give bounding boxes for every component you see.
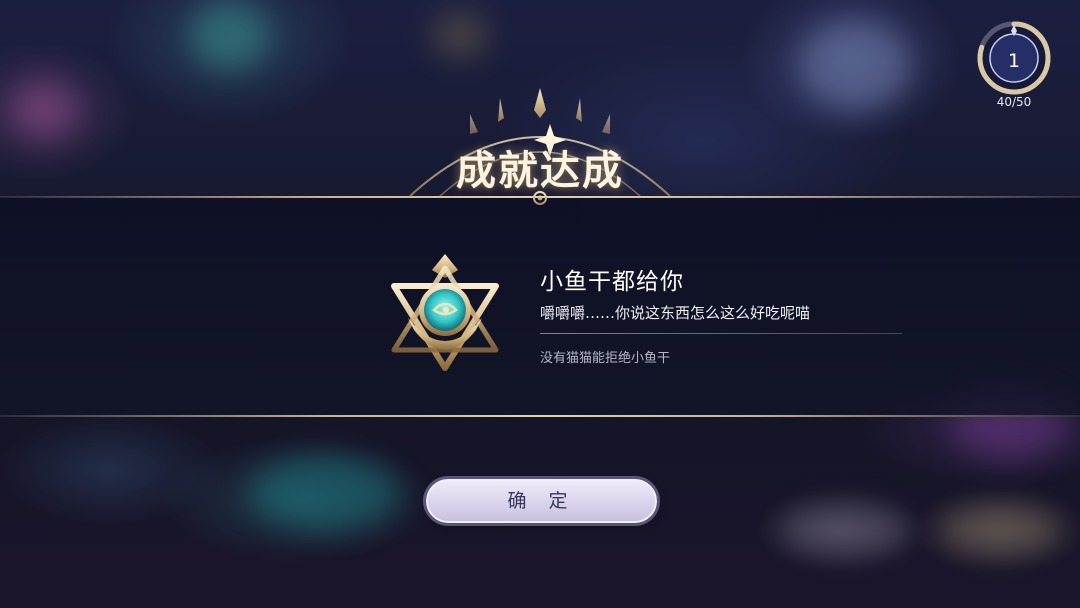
achievement-progress-ring[interactable]: 1 40/50 <box>972 20 1056 116</box>
progress-count: 40/50 <box>996 95 1032 109</box>
achievement-emblem-icon <box>391 254 499 371</box>
confirm-button[interactable]: 确 定 <box>426 479 657 523</box>
achievement-name: 小鱼干都给你 <box>540 269 684 295</box>
panel-bottom-divider <box>0 415 1080 417</box>
achievement-description: 嚼嚼嚼……你说这东西怎么这么好吃呢喵 <box>540 304 811 322</box>
level-number: 1 <box>1007 50 1021 72</box>
achievement-unlocked-title: 成就达成 <box>456 147 624 194</box>
achievement-separator <box>540 333 902 334</box>
achievement-hint: 没有猫猫能拒绝小鱼干 <box>540 351 671 366</box>
